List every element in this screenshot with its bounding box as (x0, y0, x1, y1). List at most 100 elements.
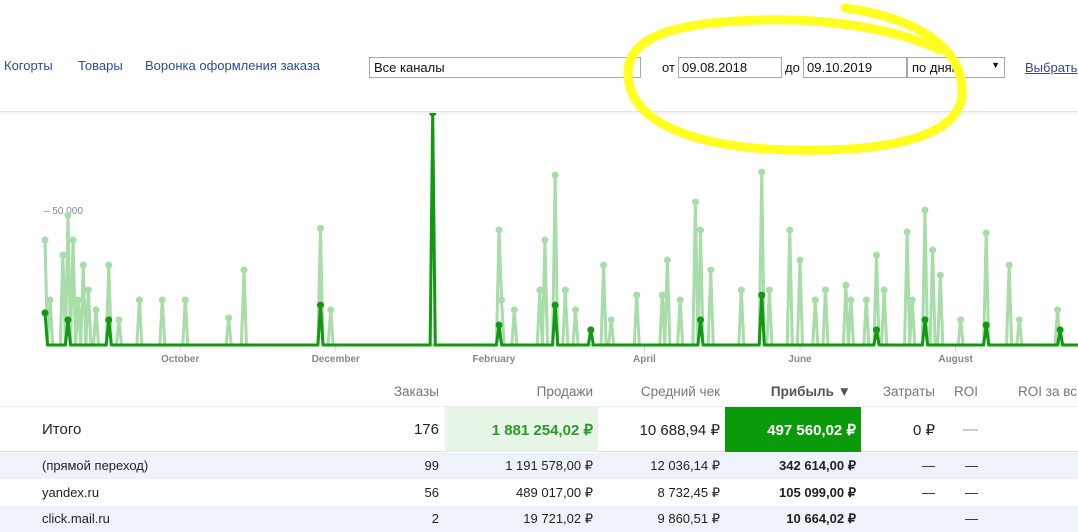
data-point[interactable] (873, 326, 881, 334)
data-point[interactable] (903, 228, 911, 236)
data-point[interactable] (105, 316, 113, 324)
data-point[interactable] (658, 291, 666, 299)
data-point[interactable] (158, 296, 166, 304)
date-to-input[interactable]: 09.10.2019 (803, 57, 907, 78)
source-link[interactable]: click.mail.ru (42, 511, 110, 526)
x-tick-label: February (473, 354, 516, 365)
col-roi-total[interactable]: ROI за вс (1018, 384, 1077, 399)
data-point[interactable] (697, 316, 705, 324)
data-point[interactable] (46, 296, 54, 304)
data-point[interactable] (758, 168, 766, 176)
table-row: click.mail.ru 2 19 721,02 ₽ 9 860,51 ₽ 10 66… (0, 506, 1078, 532)
data-point[interactable] (181, 296, 189, 304)
data-point[interactable] (79, 261, 87, 269)
roi-cell: — (965, 484, 978, 500)
data-point[interactable] (707, 266, 715, 274)
col-profit[interactable]: Прибыль ▼ (771, 384, 851, 399)
data-point[interactable] (982, 229, 990, 237)
data-point[interactable] (957, 316, 965, 324)
roi-cell: — (965, 511, 978, 526)
data-point[interactable] (936, 271, 944, 279)
col-orders[interactable]: Заказы (394, 384, 439, 399)
data-point[interactable] (69, 236, 77, 244)
granularity-select[interactable]: по дням ▼ (907, 57, 1005, 78)
data-point[interactable] (862, 296, 870, 304)
source-link[interactable]: yandex.ru (42, 485, 99, 500)
data-point[interactable] (115, 316, 123, 324)
data-point[interactable] (880, 286, 888, 294)
col-roi[interactable]: ROI (954, 384, 978, 399)
data-point[interactable] (921, 206, 929, 214)
data-point[interactable] (821, 286, 829, 294)
data-point[interactable] (561, 286, 569, 294)
data-point[interactable] (510, 306, 518, 314)
data-point[interactable] (873, 251, 881, 259)
data-point[interactable] (64, 211, 72, 219)
table-row: yandex.ru 56 489 017,00 ₽ 8 732,45 ₽ 105 099… (0, 480, 1078, 506)
data-point[interactable] (1056, 326, 1064, 334)
nav-checkout-funnel[interactable]: Воронка оформления заказа (145, 58, 320, 73)
col-sales[interactable]: Продажи (537, 384, 593, 399)
data-point[interactable] (74, 296, 82, 304)
data-point[interactable] (316, 224, 324, 232)
data-point[interactable] (84, 286, 92, 294)
data-point[interactable] (587, 326, 595, 334)
data-point[interactable] (541, 236, 549, 244)
data-point[interactable] (633, 291, 641, 299)
data-point[interactable] (135, 296, 143, 304)
data-point[interactable] (551, 171, 559, 179)
nav-cohorts[interactable]: Когорты (4, 58, 53, 73)
data-point[interactable] (1054, 306, 1062, 314)
data-point[interactable] (786, 226, 794, 234)
data-point[interactable] (495, 321, 503, 329)
data-point[interactable] (64, 316, 72, 324)
data-point[interactable] (1015, 316, 1023, 324)
data-point[interactable] (607, 316, 615, 324)
data-point[interactable] (847, 296, 855, 304)
data-point[interactable] (796, 256, 804, 264)
source-link[interactable]: (прямой переход) (42, 458, 148, 473)
data-point[interactable] (41, 236, 49, 244)
data-point[interactable] (240, 266, 248, 274)
data-point[interactable] (765, 286, 773, 294)
data-point[interactable] (908, 296, 916, 304)
date-from-input[interactable]: 09.08.2018 (678, 57, 782, 78)
costs-cell: — (922, 458, 935, 473)
data-point[interactable] (929, 246, 937, 254)
data-point[interactable] (921, 316, 929, 324)
x-tick-label: August (938, 354, 973, 365)
data-point[interactable] (105, 261, 113, 269)
data-point[interactable] (327, 306, 335, 314)
select-link[interactable]: Выбрать (1025, 60, 1077, 75)
data-point[interactable] (498, 296, 506, 304)
data-point[interactable] (572, 306, 580, 314)
sales-cell: 489 017,00 ₽ (516, 484, 593, 500)
channel-select[interactable]: Все каналы ▼ (369, 57, 641, 78)
data-point[interactable] (600, 261, 608, 269)
data-point[interactable] (316, 301, 324, 309)
data-point[interactable] (495, 226, 503, 234)
data-point[interactable] (676, 296, 684, 304)
data-point[interactable] (758, 291, 766, 299)
data-point[interactable] (663, 256, 671, 264)
data-point[interactable] (1005, 261, 1013, 269)
top-toolbar: Когорты Товары Воронка оформления заказа… (0, 0, 1078, 112)
data-point[interactable] (59, 251, 67, 259)
data-point[interactable] (429, 113, 437, 117)
data-point[interactable] (811, 296, 819, 304)
data-point[interactable] (982, 321, 990, 329)
nav-products[interactable]: Товары (78, 58, 123, 73)
col-costs[interactable]: Затраты (883, 384, 935, 399)
data-point[interactable] (697, 226, 705, 234)
data-point[interactable] (691, 198, 699, 206)
data-point[interactable] (551, 301, 559, 309)
channel-value: Все каналы (374, 60, 445, 75)
data-point[interactable] (737, 286, 745, 294)
data-point[interactable] (225, 314, 233, 322)
data-point[interactable] (41, 309, 49, 317)
data-point[interactable] (92, 306, 100, 314)
col-avg-check[interactable]: Средний чек (641, 384, 720, 399)
table-header: Заказы Продажи Средний чек Прибыль ▼ Зат… (0, 370, 1078, 407)
data-point[interactable] (536, 286, 544, 294)
data-point[interactable] (842, 281, 850, 289)
